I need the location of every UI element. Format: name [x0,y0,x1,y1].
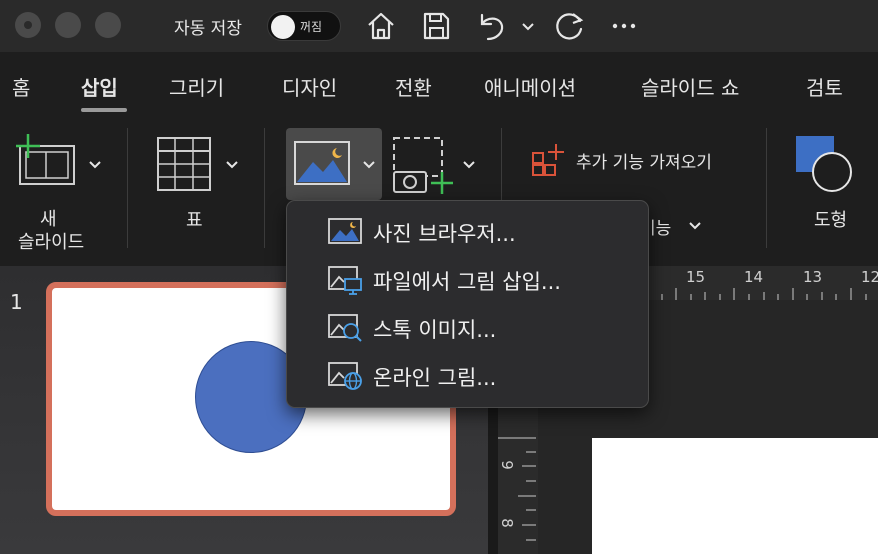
pictures-dropdown-menu: 사진 브라우저... 파일에서 그림 삽입... 스톡 이미지... 온라인 그… [286,200,649,408]
new-slide-icon[interactable] [12,132,78,190]
undo-icon[interactable] [474,9,508,43]
online-pictures-icon [327,359,363,391]
menu-item-online-pictures[interactable]: 온라인 그림... [327,353,647,397]
get-add-ins-label[interactable]: 추가 기능 가져오기 [576,148,712,173]
ruler-label: 8 [497,518,516,528]
ruler-label: 14 [744,268,764,286]
ribbon-separator [264,128,265,248]
tab-slide-show[interactable]: 슬라이드 쇼 [641,72,739,101]
autosave-toggle[interactable]: 꺼짐 [267,11,341,41]
ruler-label: 15 [686,268,706,286]
slide-canvas[interactable] [592,438,878,554]
picture-from-file-icon [327,263,363,295]
screenshot-chevron-down-icon[interactable] [462,157,476,171]
stock-images-icon [327,311,363,343]
tab-home[interactable]: 홈 [12,72,30,101]
minimize-window-button[interactable] [55,12,81,38]
more-icon[interactable] [607,9,641,43]
ribbon-separator [766,128,767,248]
table-chevron-down-icon[interactable] [225,157,239,171]
screenshot-icon[interactable] [392,136,456,196]
tab-design[interactable]: 디자인 [282,72,337,101]
pictures-chevron-down-icon[interactable] [362,157,376,171]
menu-item-picture-from-file[interactable]: 파일에서 그림 삽입... [327,257,647,301]
slide-number: 1 [10,290,23,314]
picture-icon[interactable] [293,140,351,186]
toggle-state-text: 꺼짐 [300,20,323,34]
menu-item-photo-browser[interactable]: 사진 브라우저... [327,209,647,253]
ruler-label: 12 [861,268,878,286]
title-bar: 자동 저장 꺼짐 [0,0,878,52]
autosave-label: 자동 저장 [174,19,242,39]
ruler-label: 13 [803,268,823,286]
table-label: 표 [186,210,203,231]
tab-transitions[interactable]: 전환 [395,72,432,101]
zoom-window-button[interactable] [95,12,121,38]
ruler-label: 9 [497,460,516,470]
add-ins-icon[interactable] [530,142,566,178]
photo-browser-icon [327,215,363,247]
save-icon[interactable] [419,9,453,43]
tab-animations[interactable]: 애니메이션 [484,72,576,101]
new-slide-chevron-down-icon[interactable] [88,157,102,171]
toggle-knob [271,15,295,39]
table-icon[interactable] [156,136,212,192]
menu-item-label: 사진 브라우저... [373,222,516,246]
close-window-button[interactable] [15,12,41,38]
menu-item-stock-images[interactable]: 스톡 이미지... [327,305,647,349]
tab-insert[interactable]: 삽입 [81,72,118,101]
tab-review[interactable]: 검토 [806,72,843,101]
redo-icon[interactable] [553,9,587,43]
shapes-icon[interactable] [794,134,856,194]
add-ins-chevron-down-icon[interactable] [688,218,702,232]
ribbon-separator [127,128,128,248]
undo-chevron-down-icon[interactable] [521,19,535,33]
tab-draw[interactable]: 그리기 [169,72,224,101]
home-icon[interactable] [364,9,398,43]
ribbon-tabs: 홈 삽입 그리기 디자인 전환 애니메이션 슬라이드 쇼 검토 [0,60,878,112]
menu-item-label: 스톡 이미지... [373,318,497,342]
menu-item-label: 온라인 그림... [373,366,497,390]
new-slide-label-line2: 슬라이드 [18,232,85,253]
shapes-label: 도형 [814,210,848,231]
menu-item-label: 파일에서 그림 삽입... [373,270,561,294]
